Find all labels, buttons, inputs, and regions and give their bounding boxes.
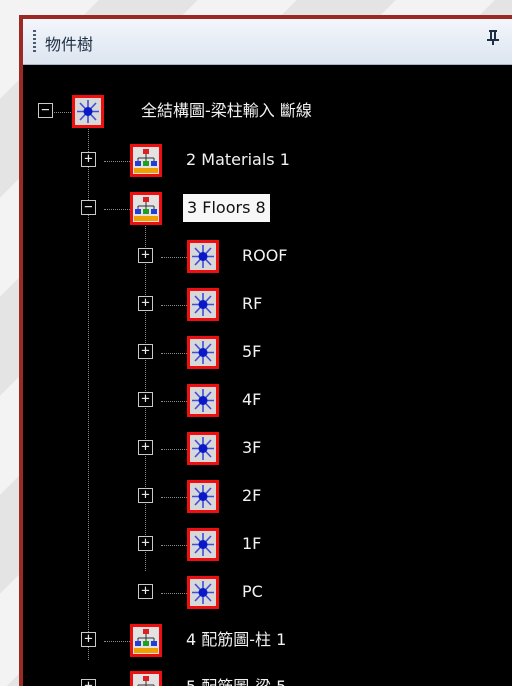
tree-connector — [161, 257, 189, 258]
tree-node-materials[interactable]: + 2 Materials 1 — [23, 144, 503, 178]
hierarchy-icon — [130, 192, 162, 225]
tree-node-floors[interactable]: − 3 Floors 8 — [23, 192, 503, 226]
tree-node-label[interactable]: RF — [242, 294, 262, 314]
sun-icon — [187, 336, 219, 369]
hierarchy-icon — [130, 144, 162, 177]
tree-node-label[interactable]: ROOF — [242, 246, 288, 266]
tree-node-label[interactable]: 5 配筋圖-梁 5 — [186, 677, 286, 686]
panel-title: 物件樹 — [45, 35, 94, 54]
expand-toggle-icon[interactable]: + — [138, 248, 153, 263]
pin-icon[interactable] — [486, 29, 500, 50]
expand-toggle-icon[interactable]: + — [138, 488, 153, 503]
tree-node-floor[interactable]: + 1F — [23, 528, 503, 562]
tree-node-label[interactable]: 5F — [242, 342, 261, 362]
expand-toggle-icon[interactable]: + — [138, 536, 153, 551]
sun-icon — [187, 528, 219, 561]
sun-icon — [187, 240, 219, 273]
object-tree-panel: 物件樹 − 全結構圖-梁柱輸入 斷線 + 2 Materials 1 − 3 F… — [19, 15, 512, 686]
tree-connector — [161, 305, 189, 306]
sun-icon — [72, 95, 104, 128]
expand-toggle-icon[interactable]: + — [138, 584, 153, 599]
object-tree: − 全結構圖-梁柱輸入 斷線 + 2 Materials 1 − 3 Floor… — [23, 64, 512, 686]
tree-node-root[interactable]: − 全結構圖-梁柱輸入 斷線 — [23, 95, 503, 129]
expand-toggle-icon[interactable]: + — [81, 679, 96, 686]
tree-node-floor[interactable]: + 2F — [23, 480, 503, 514]
tree-node-floor[interactable]: + ROOF — [23, 240, 503, 274]
tree-node-label[interactable]: 1F — [242, 534, 261, 554]
drag-grip-icon[interactable] — [33, 30, 36, 52]
hierarchy-icon — [130, 671, 162, 686]
tree-node-floor[interactable]: + RF — [23, 288, 503, 322]
tree-connector — [161, 353, 189, 354]
expand-toggle-icon[interactable]: + — [138, 296, 153, 311]
sun-icon — [187, 576, 219, 609]
tree-connector — [161, 497, 189, 498]
tree-node-label-selected[interactable]: 3 Floors 8 — [183, 194, 270, 222]
tree-connector — [161, 449, 189, 450]
tree-node-label[interactable]: PC — [242, 582, 263, 602]
tree-node-label[interactable]: 4 配筋圖-柱 1 — [186, 630, 286, 650]
expand-toggle-icon[interactable]: + — [81, 152, 96, 167]
expand-toggle-icon[interactable]: + — [81, 632, 96, 647]
collapse-toggle-icon[interactable]: − — [38, 103, 53, 118]
sun-icon — [187, 288, 219, 321]
expand-toggle-icon[interactable]: + — [138, 344, 153, 359]
tree-node-label[interactable]: 全結構圖-梁柱輸入 斷線 — [141, 101, 312, 121]
tree-connector — [161, 545, 189, 546]
tree-node-label[interactable]: 2F — [242, 486, 261, 506]
tree-node-label[interactable]: 2 Materials 1 — [186, 150, 290, 170]
tree-node-floor[interactable]: + 3F — [23, 432, 503, 466]
sun-icon — [187, 384, 219, 417]
tree-connector — [161, 401, 189, 402]
collapse-toggle-icon[interactable]: − — [81, 200, 96, 215]
tree-node-label[interactable]: 4F — [242, 390, 261, 410]
tree-node-floor[interactable]: + 4F — [23, 384, 503, 418]
tree-node-label[interactable]: 3F — [242, 438, 261, 458]
tree-node-beam-rebar[interactable]: + 5 配筋圖-梁 5 — [23, 671, 503, 686]
tree-connector — [161, 593, 189, 594]
tree-node-floor[interactable]: + PC — [23, 576, 503, 610]
tree-node-floor[interactable]: + 5F — [23, 336, 503, 370]
sun-icon — [187, 432, 219, 465]
tree-node-column-rebar[interactable]: + 4 配筋圖-柱 1 — [23, 624, 503, 658]
hierarchy-icon — [130, 624, 162, 657]
expand-toggle-icon[interactable]: + — [138, 392, 153, 407]
panel-title-bar[interactable]: 物件樹 — [23, 19, 512, 65]
expand-toggle-icon[interactable]: + — [138, 440, 153, 455]
sun-icon — [187, 480, 219, 513]
